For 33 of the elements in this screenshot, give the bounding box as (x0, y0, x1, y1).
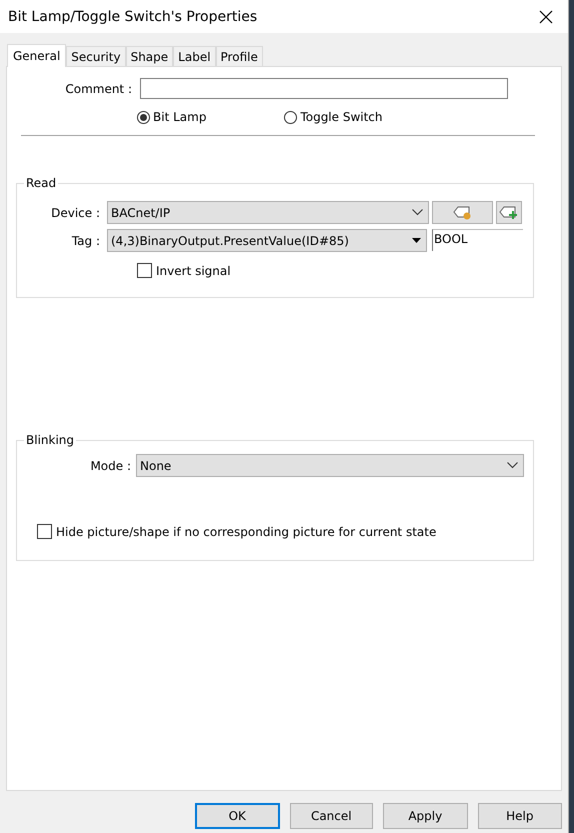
tab[interactable]: Shape (126, 46, 174, 66)
device-dropdown[interactable]: BACnet/IP (107, 201, 429, 224)
close-icon[interactable] (539, 10, 553, 24)
dialog-button[interactable]: Help (478, 803, 562, 829)
comment-label: Comment : (64, 82, 132, 96)
dialog-button[interactable]: OK (195, 803, 280, 829)
invert-signal-checkbox[interactable]: Invert signal (137, 263, 533, 278)
device-label: Device : (50, 206, 100, 220)
chevron-icon (507, 462, 518, 469)
caret-icon (412, 238, 421, 243)
hide-picture-checkbox[interactable]: Hide picture/shape if no corresponding picture for current state (37, 524, 533, 539)
radio-option[interactable]: Bit Lamp (137, 110, 206, 124)
tag-icon (452, 206, 472, 220)
group-title: Read (24, 176, 58, 190)
window-title: Bit Lamp/Toggle Switch's Properties (8, 8, 258, 24)
tag-dropdown[interactable]: (4,3)BinaryOutput.PresentValue(ID#85) (107, 229, 427, 252)
dialog-button[interactable]: Cancel (290, 803, 374, 829)
mode-label: Mode : (89, 458, 131, 472)
tag-add-icon (499, 206, 519, 220)
add-tag-button[interactable] (496, 201, 522, 224)
tag-button[interactable] (432, 201, 493, 224)
mode-dropdown[interactable]: None (136, 454, 524, 477)
tab[interactable]: Label (173, 46, 216, 66)
tab[interactable]: Profile (216, 46, 263, 66)
chevron-icon (412, 209, 423, 216)
data-type-field: BOOL (432, 229, 523, 251)
dialog-button[interactable]: Apply (383, 803, 468, 829)
radio-option[interactable]: Toggle Switch (284, 110, 383, 124)
tab[interactable]: General (7, 44, 66, 67)
comment-field[interactable] (140, 78, 508, 99)
tab[interactable]: Security (66, 46, 126, 66)
tag-label: Tag : (70, 234, 100, 248)
group-title: Blinking (24, 433, 76, 447)
